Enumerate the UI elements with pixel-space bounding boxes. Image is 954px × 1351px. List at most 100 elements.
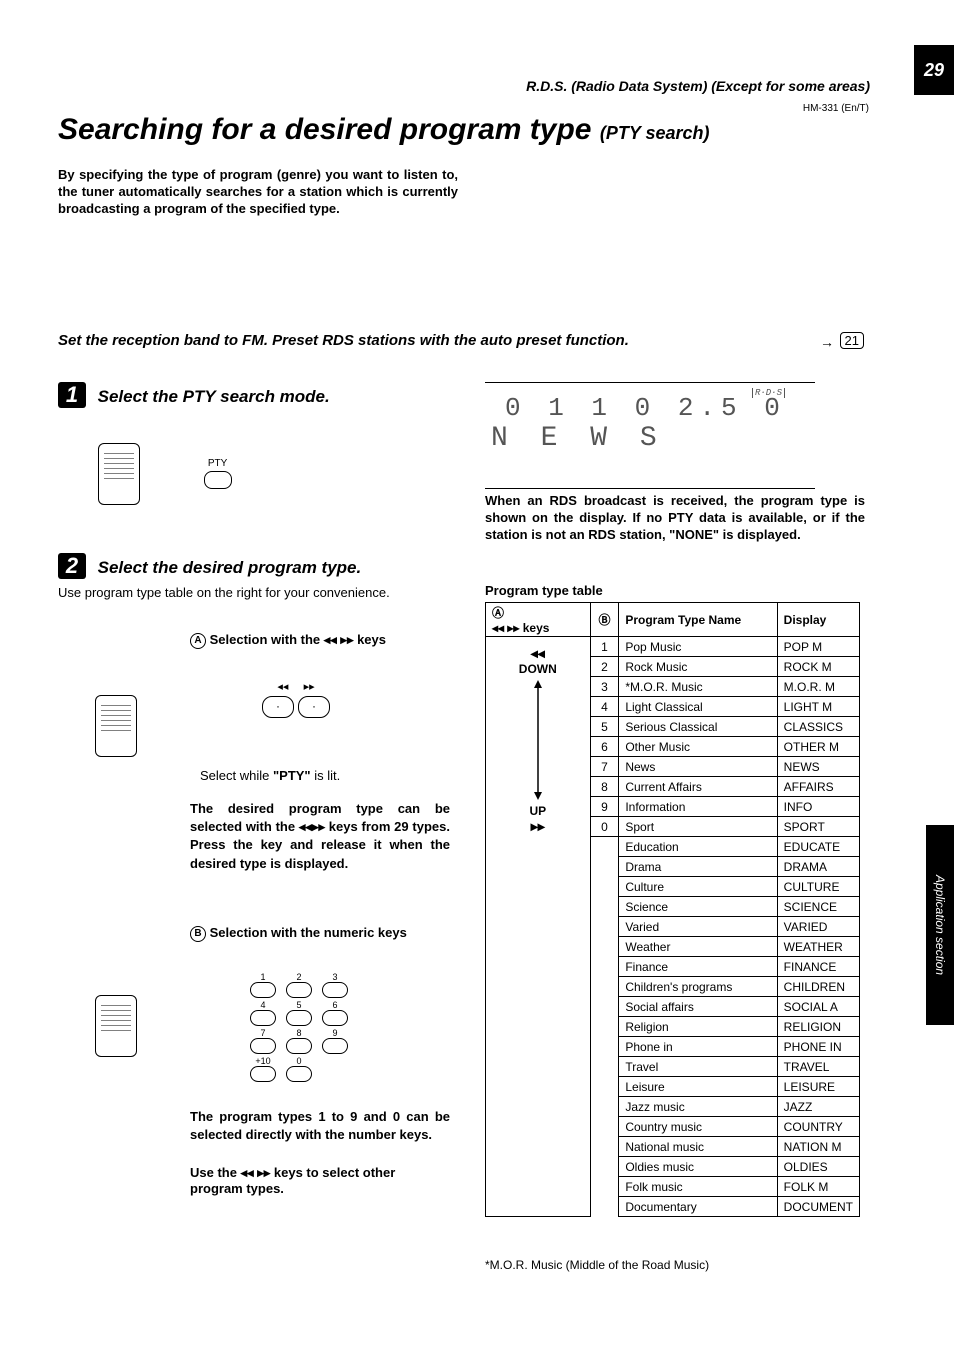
table-name-cell: Current Affairs [619, 777, 777, 797]
step-2-title: Select the desired program type. [98, 558, 362, 577]
table-display-cell: ROCK M [777, 657, 859, 677]
table-name-cell: Documentary [619, 1197, 777, 1217]
page-number-tab: 29 [914, 45, 954, 95]
table-name-cell: Travel [619, 1057, 777, 1077]
table-display-cell: CHILDREN [777, 977, 859, 997]
program-type-table: Ⓐ◂◂ ▸▸ keys Ⓑ Program Type Name Display … [485, 602, 860, 1217]
pty-button-diagram: PTY [204, 458, 232, 491]
table-num-cell [590, 1197, 619, 1217]
table-name-cell: Finance [619, 957, 777, 977]
table-num-cell [590, 957, 619, 977]
selection-b-label: B Selection with the numeric keys [190, 925, 450, 942]
table-name-cell: Serious Classical [619, 717, 777, 737]
selection-b-text: Selection with the numeric keys [210, 925, 407, 940]
table-display-cell: AFFAIRS [777, 777, 859, 797]
table-num-cell: 8 [590, 777, 619, 797]
table-num-cell [590, 1157, 619, 1177]
selection-a-note-1: Select while "PTY" is lit. [200, 768, 340, 783]
program-type-table-title: Program type table [485, 583, 603, 598]
table-name-cell: News [619, 757, 777, 777]
table-display-cell: PHONE IN [777, 1037, 859, 1057]
table-display-cell: TRAVEL [777, 1057, 859, 1077]
table-name-cell: Light Classical [619, 697, 777, 717]
table-display-cell: M.O.R. M [777, 677, 859, 697]
table-num-cell [590, 917, 619, 937]
table-display-cell: JAZZ [777, 1097, 859, 1117]
table-name-cell: Pop Music [619, 637, 777, 657]
table-display-cell: SCIENCE [777, 897, 859, 917]
rds-header: R.D.S. (Radio Data System) (Except for s… [490, 78, 870, 94]
set-band-instruction: Set the reception band to FM. Preset RDS… [58, 332, 828, 349]
table-name-cell: Social affairs [619, 997, 777, 1017]
selection-a-label: A Selection with the ◂◂ ▸▸ keys [190, 632, 450, 649]
table-name-cell: Religion [619, 1017, 777, 1037]
table-name-cell: Information [619, 797, 777, 817]
remote-control-icon [98, 443, 140, 505]
table-display-cell: POP M [777, 637, 859, 657]
table-header-keys: Ⓐ◂◂ ▸▸ keys [486, 603, 591, 637]
table-num-cell [590, 997, 619, 1017]
page-ref-badge: 21 [840, 332, 864, 349]
keys-direction-cell: ◂◂DOWNUP▸▸ [486, 637, 591, 1217]
table-display-cell: SOCIAL A [777, 997, 859, 1017]
selection-a-text: Selection with the ◂◂ ▸▸ keys [210, 632, 386, 647]
table-num-cell [590, 1057, 619, 1077]
table-num-cell [590, 977, 619, 997]
step-2-intro: Use program type table on the right for … [58, 585, 458, 600]
rds-indicator: R·D·S [752, 388, 785, 398]
page-ref-arrow-icon: → [820, 334, 834, 350]
table-name-cell: Folk music [619, 1177, 777, 1197]
table-name-cell: Phone in [619, 1037, 777, 1057]
table-num-cell [590, 1037, 619, 1057]
table-num-cell: 4 [590, 697, 619, 717]
table-name-cell: Sport [619, 817, 777, 837]
selection-a-note-2: The desired program type can be selected… [190, 800, 450, 873]
table-num-cell: 9 [590, 797, 619, 817]
table-header-name: Program Type Name [619, 603, 777, 637]
table-name-cell: Children's programs [619, 977, 777, 997]
table-header-display: Display [777, 603, 859, 637]
table-num-cell [590, 1177, 619, 1197]
table-display-cell: DOCUMENT [777, 1197, 859, 1217]
table-num-cell [590, 1117, 619, 1137]
title-main: Searching for a desired program type [58, 113, 591, 146]
numeric-keypad-diagram: 123 456 789 +100 [250, 970, 348, 1084]
table-display-cell: FOLK M [777, 1177, 859, 1197]
circled-a-icon: A [190, 633, 206, 649]
section-side-tab: Application section [926, 825, 954, 1025]
table-name-cell: Science [619, 897, 777, 917]
selection-b-note-2: Use the ◂◂ ▸▸ keys to select other progr… [190, 1165, 450, 1196]
table-display-cell: OLDIES [777, 1157, 859, 1177]
intro-paragraph: By specifying the type of program (genre… [58, 167, 458, 218]
table-num-cell [590, 937, 619, 957]
table-num-cell: 6 [590, 737, 619, 757]
table-row: ◂◂DOWNUP▸▸1Pop MusicPOP M [486, 637, 860, 657]
table-display-cell: WEATHER [777, 937, 859, 957]
table-num-cell [590, 897, 619, 917]
table-display-cell: SPORT [777, 817, 859, 837]
table-display-cell: CLASSICS [777, 717, 859, 737]
remote-control-icon [95, 695, 137, 757]
skip-buttons-diagram: ◂◂ ▸▸ ·· [260, 680, 332, 718]
table-name-cell: Varied [619, 917, 777, 937]
table-name-cell: National music [619, 1137, 777, 1157]
table-display-cell: FINANCE [777, 957, 859, 977]
table-display-cell: RELIGION [777, 1017, 859, 1037]
table-header-b: Ⓑ [590, 603, 619, 637]
table-num-cell [590, 837, 619, 857]
table-name-cell: Oldies music [619, 1157, 777, 1177]
table-footnote: *M.O.R. Music (Middle of the Road Music) [485, 1258, 709, 1272]
step-1-title: Select the PTY search mode. [98, 387, 330, 406]
table-name-cell: Leisure [619, 1077, 777, 1097]
table-display-cell: EDUCATE [777, 837, 859, 857]
table-num-cell [590, 877, 619, 897]
selection-b-note-1: The program types 1 to 9 and 0 can be se… [190, 1108, 450, 1144]
table-num-cell [590, 1017, 619, 1037]
table-display-cell: VARIED [777, 917, 859, 937]
table-name-cell: Jazz music [619, 1097, 777, 1117]
title-sub: (PTY search) [600, 123, 710, 143]
step-2-number: 2 [58, 553, 86, 579]
model-label: HM-331 (En/T) [803, 103, 869, 114]
table-display-cell: LIGHT M [777, 697, 859, 717]
table-num-cell: 3 [590, 677, 619, 697]
